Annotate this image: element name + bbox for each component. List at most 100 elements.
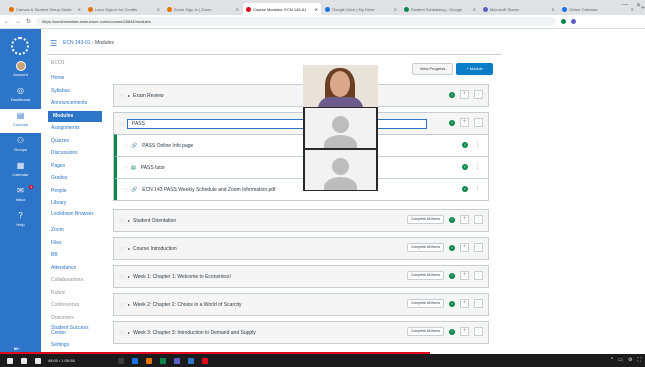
drag-handle-icon[interactable]: ⋮⋮ bbox=[122, 143, 129, 148]
drag-handle-icon[interactable]: ⋮⋮ bbox=[122, 165, 129, 170]
published-check-icon[interactable]: ✓ bbox=[449, 328, 455, 335]
browser-tab[interactable]: Google Drive | My Drive ✕ bbox=[322, 3, 400, 15]
add-item-button[interactable]: + bbox=[460, 90, 469, 99]
tray-icon[interactable]: ^ bbox=[611, 357, 613, 363]
collapse-caret-icon[interactable]: ▸ bbox=[128, 274, 130, 279]
item-options-icon[interactable]: ⋮ bbox=[475, 164, 480, 170]
published-check-icon[interactable]: ✓ bbox=[449, 272, 455, 279]
global-nav-inbox[interactable]: ✉ Inbox 3 bbox=[0, 184, 41, 208]
module-options-icon[interactable]: ⋮ bbox=[474, 243, 483, 252]
published-check-icon[interactable]: ✓ bbox=[462, 164, 468, 170]
module-options-icon[interactable]: ⋮ bbox=[474, 118, 483, 127]
course-nav-item[interactable]: Announcements bbox=[48, 98, 102, 109]
drag-handle-icon[interactable]: ⋮⋮ bbox=[119, 121, 126, 126]
zoom-icon[interactable] bbox=[187, 357, 194, 364]
browser-tab[interactable]: Microsoft Teams ✕ bbox=[480, 3, 558, 15]
published-check-icon[interactable]: ✓ bbox=[449, 91, 455, 98]
app-icon[interactable] bbox=[201, 357, 208, 364]
global-nav-help[interactable]: ? Help bbox=[0, 209, 41, 233]
drag-handle-icon[interactable]: ⋮⋮ bbox=[119, 93, 126, 98]
add-item-button[interactable]: + bbox=[460, 299, 469, 308]
item-options-icon[interactable]: ⋮ bbox=[475, 142, 480, 148]
collapse-caret-icon[interactable]: ▸ bbox=[128, 93, 130, 98]
tab-close-icon[interactable]: ✕ bbox=[471, 7, 476, 12]
course-nav-item[interactable]: Files bbox=[48, 238, 102, 249]
back-icon[interactable]: ← bbox=[4, 19, 10, 25]
browser-tab[interactable]: Zoom Sign-In | Zoom ✕ bbox=[164, 3, 242, 15]
module-item[interactable]: ⋮⋮ 🔗 ECN 143 PASS Weekly Schedule and Zoom… bbox=[114, 178, 488, 200]
global-nav-courses[interactable]: ▤ Courses bbox=[0, 109, 41, 133]
add-item-button[interactable]: + bbox=[460, 327, 469, 336]
module-options-icon[interactable]: ⋮ bbox=[474, 299, 483, 308]
drag-handle-icon[interactable]: ⋮⋮ bbox=[119, 330, 126, 335]
global-nav-groups[interactable]: ⚇ Groups bbox=[0, 134, 41, 158]
browser-tab[interactable]: Canvas & Student Setup Guide ✕ bbox=[6, 3, 84, 15]
course-nav-item[interactable]: Discussions bbox=[48, 148, 102, 159]
tray-icon[interactable]: ▭ bbox=[618, 357, 623, 363]
add-item-button[interactable]: + bbox=[460, 118, 469, 127]
tab-close-icon[interactable]: ✕ bbox=[550, 7, 555, 12]
course-nav-item[interactable]: Modules bbox=[48, 110, 102, 122]
folder-icon[interactable] bbox=[145, 357, 152, 364]
chrome-icon[interactable] bbox=[159, 357, 166, 364]
drag-handle-icon[interactable]: ⋮⋮ bbox=[122, 187, 129, 192]
browser-tab[interactable]: Course Modules: ECN 143-01 ✕ bbox=[242, 3, 321, 15]
add-item-button[interactable]: + bbox=[460, 215, 469, 224]
extension-icon[interactable] bbox=[561, 19, 567, 24]
module-options-icon[interactable]: ⋮ bbox=[474, 90, 483, 99]
module-options-icon[interactable]: ⋮ bbox=[474, 271, 483, 280]
published-check-icon[interactable]: ✓ bbox=[462, 142, 468, 148]
course-nav-item[interactable]: Grades bbox=[48, 173, 102, 184]
volume-icon[interactable] bbox=[35, 357, 41, 364]
canvas-logo-icon[interactable] bbox=[11, 37, 29, 55]
module-item[interactable]: ⋮⋮ 🔗 PASS Online Info page ✓ ⋮ bbox=[114, 134, 488, 156]
reload-icon[interactable]: ↻ bbox=[26, 18, 31, 25]
profile-icon[interactable] bbox=[571, 19, 577, 24]
hamburger-menu-icon[interactable]: ☰ bbox=[50, 39, 57, 48]
collapse-caret-icon[interactable]: ▸ bbox=[128, 218, 130, 223]
course-nav-item[interactable]: BB bbox=[48, 250, 102, 261]
course-nav-item[interactable]: Student Success Center bbox=[48, 325, 102, 337]
module-header[interactable]: ⋮⋮ ▸ Week 3: Chapter 3: Introduction to De… bbox=[114, 322, 488, 343]
item-options-icon[interactable]: ⋮ bbox=[475, 186, 480, 192]
tab-close-icon[interactable]: ✕ bbox=[155, 7, 160, 12]
close-window-button[interactable]: ✕ bbox=[636, 2, 641, 9]
module-item-title[interactable]: PASS tutor bbox=[141, 165, 165, 171]
global-nav-dashboard[interactable]: ◎ Dashboard bbox=[0, 84, 41, 108]
course-nav-item[interactable]: Syllabus bbox=[48, 86, 102, 97]
tab-close-icon[interactable]: ✕ bbox=[392, 7, 397, 12]
published-check-icon[interactable]: ✓ bbox=[462, 186, 468, 192]
module-header[interactable]: ⋮⋮ ▸ Week 2: Chapter 2: Choice in a World … bbox=[114, 294, 488, 315]
module-header[interactable]: ⋮⋮ ▸ Course Introduction Complete All Items… bbox=[114, 238, 488, 259]
drag-handle-icon[interactable]: ⋮⋮ bbox=[119, 302, 126, 307]
tab-close-icon[interactable]: ✕ bbox=[234, 7, 239, 12]
course-nav-item[interactable]: Home bbox=[48, 73, 102, 84]
module-header[interactable]: ⋮⋮ ▸ Exam Review ✓ + ⋮ bbox=[114, 85, 488, 106]
module-item[interactable]: ⋮⋮ ▤ PASS tutor ✓ ⋮ bbox=[114, 156, 488, 178]
course-nav-item[interactable]: Attendance bbox=[48, 263, 102, 274]
tray-icon[interactable]: ⚙ bbox=[628, 357, 632, 363]
drag-handle-icon[interactable]: ⋮⋮ bbox=[119, 246, 126, 251]
search-icon[interactable] bbox=[117, 357, 124, 364]
course-nav-item[interactable]: Assignments bbox=[48, 123, 102, 134]
module-header[interactable]: ⋮⋮ PASS ✓ + ⋮ bbox=[114, 113, 488, 134]
add-module-button[interactable]: + Module bbox=[456, 63, 493, 75]
new-tab-icon[interactable]: + bbox=[641, 3, 645, 15]
next-icon[interactable] bbox=[21, 357, 27, 364]
teams-icon[interactable] bbox=[173, 357, 180, 364]
course-nav-item[interactable]: People bbox=[48, 186, 102, 197]
tray-icon[interactable]: ⛶ bbox=[637, 357, 641, 363]
browser-tab[interactable]: Lean Sign-in for Credits ✕ bbox=[85, 3, 163, 15]
collapse-caret-icon[interactable]: ▸ bbox=[128, 246, 130, 251]
module-options-icon[interactable]: ⋮ bbox=[474, 215, 483, 224]
app-icon[interactable] bbox=[131, 357, 138, 364]
course-nav-item[interactable]: Pages bbox=[48, 161, 102, 172]
browser-tab[interactable]: Student Scheduling - Google ✕ bbox=[401, 3, 479, 15]
view-progress-button[interactable]: View Progress bbox=[412, 63, 453, 75]
minimize-button[interactable]: — bbox=[622, 2, 628, 9]
forward-icon[interactable]: → bbox=[15, 19, 21, 25]
module-item-title[interactable]: ECN 143 PASS Weekly Schedule and Zoom In… bbox=[142, 187, 275, 193]
module-title-input[interactable]: PASS bbox=[127, 118, 427, 129]
add-item-button[interactable]: + bbox=[460, 243, 469, 252]
module-options-icon[interactable]: ⋮ bbox=[474, 327, 483, 336]
